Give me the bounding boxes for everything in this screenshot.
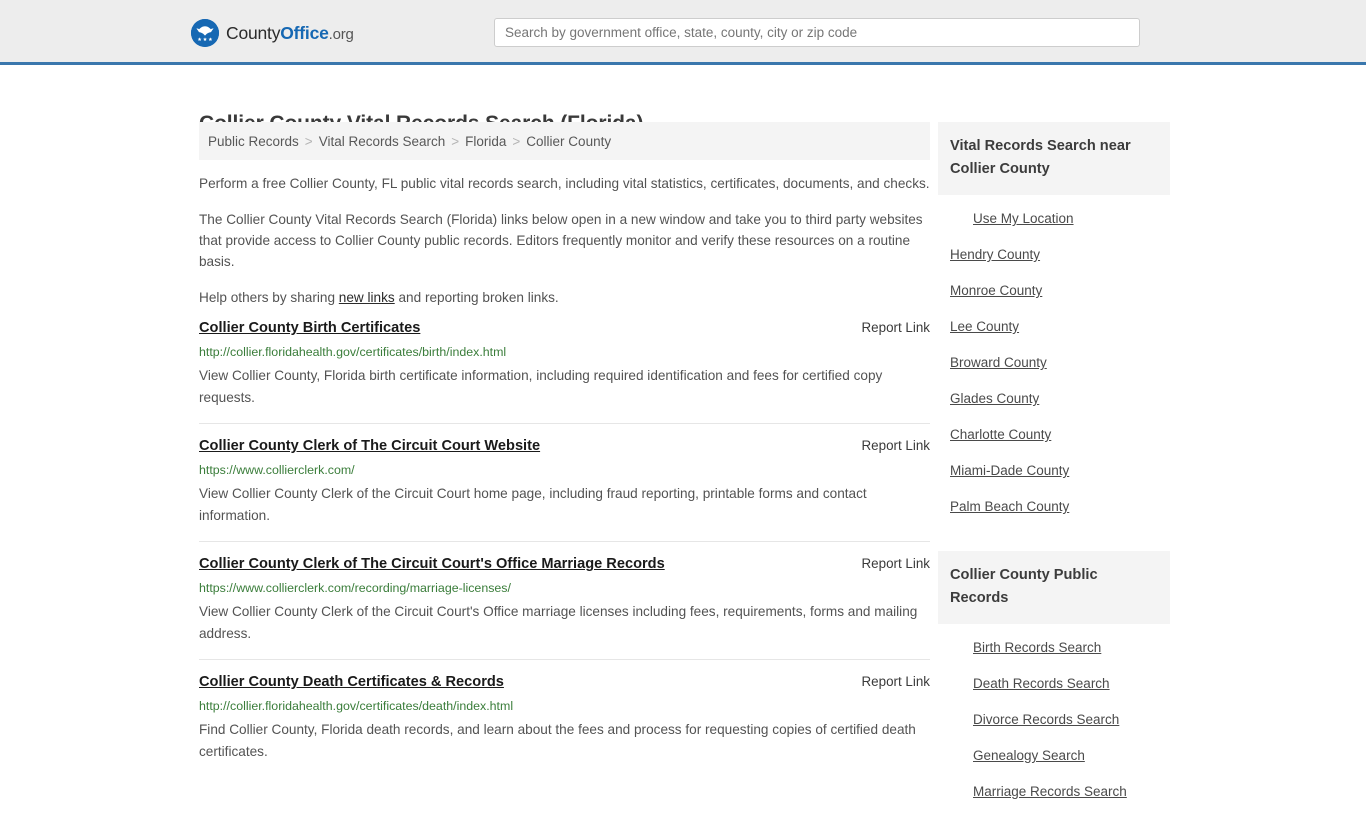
- result-item: Collier County Birth Certificates Report…: [199, 315, 930, 423]
- result-header: Collier County Birth Certificates Report…: [199, 319, 930, 338]
- intro-paragraph-2: The Collier County Vital Records Search …: [199, 212, 923, 269]
- breadcrumb-separator: >: [512, 133, 521, 149]
- page-content: Public Records > Vital Records Search > …: [0, 122, 1366, 820]
- result-url-link[interactable]: http://collier.floridahealth.gov/certifi…: [199, 699, 930, 714]
- breadcrumb-item-public-records[interactable]: Public Records: [208, 134, 299, 149]
- sidebar-public-records-links: Birth Records Search Death Records Searc…: [938, 624, 1170, 820]
- result-header: Collier County Clerk of The Circuit Cour…: [199, 555, 930, 574]
- report-link-button[interactable]: Report Link: [862, 556, 930, 571]
- breadcrumb-separator: >: [304, 133, 313, 149]
- site-logo[interactable]: CountyOffice.org: [191, 19, 354, 47]
- new-links-link[interactable]: new links: [339, 290, 395, 305]
- logo-text-county: County: [226, 22, 281, 43]
- header-inner: CountyOffice.org: [0, 0, 1366, 62]
- sidebar-link-marriage-records-search[interactable]: Marriage Records Search: [938, 774, 1170, 810]
- sidebar-link-broward-county[interactable]: Broward County: [938, 345, 1170, 381]
- sidebar-link-birth-records-search[interactable]: Birth Records Search: [938, 630, 1170, 666]
- intro-paragraph-1: Perform a free Collier County, FL public…: [199, 176, 930, 191]
- eagle-shield-icon: [191, 19, 219, 47]
- result-description: Find Collier County, Florida death recor…: [199, 722, 916, 759]
- result-url-link[interactable]: https://www.collierclerk.com/recording/m…: [199, 581, 930, 596]
- sidebar: Vital Records Search near Collier County…: [938, 122, 1170, 820]
- sidebar-link-use-my-location[interactable]: Use My Location: [938, 201, 1170, 237]
- result-item: Collier County Clerk of The Circuit Cour…: [199, 541, 930, 659]
- logo-text-org: .org: [328, 25, 354, 43]
- intro-p3-before: Help others by sharing: [199, 290, 339, 305]
- report-link-button[interactable]: Report Link: [862, 320, 930, 335]
- result-list: Collier County Birth Certificates Report…: [199, 315, 930, 777]
- logo-text-office: Office: [280, 22, 329, 43]
- intro-text: Perform a free Collier County, FL public…: [199, 160, 930, 308]
- result-url-link[interactable]: https://www.collierclerk.com/: [199, 463, 930, 478]
- intro-paragraph-3: Help others by sharing new links and rep…: [199, 287, 930, 308]
- sidebar-link-death-records-search[interactable]: Death Records Search: [938, 666, 1170, 702]
- result-title-link[interactable]: Collier County Clerk of The Circuit Cour…: [199, 437, 540, 456]
- search-input[interactable]: [494, 18, 1140, 47]
- result-title-link[interactable]: Collier County Death Certificates & Reco…: [199, 673, 504, 692]
- sidebar-link-divorce-records-search[interactable]: Divorce Records Search: [938, 702, 1170, 738]
- result-description: View Collier County Clerk of the Circuit…: [199, 604, 918, 641]
- site-header: CountyOffice.org: [0, 0, 1366, 65]
- sidebar-heading-public-records: Collier County Public Records: [938, 551, 1170, 624]
- main-column: Public Records > Vital Records Search > …: [199, 122, 930, 820]
- sidebar-link-charlotte-county[interactable]: Charlotte County: [938, 417, 1170, 453]
- intro-p3-after: and reporting broken links.: [394, 290, 559, 305]
- sidebar-heading-nearby: Vital Records Search near Collier County: [938, 122, 1170, 195]
- sidebar-link-lee-county[interactable]: Lee County: [938, 309, 1170, 345]
- breadcrumb: Public Records > Vital Records Search > …: [199, 122, 930, 160]
- sidebar-link-palm-beach-county[interactable]: Palm Beach County: [938, 489, 1170, 525]
- report-link-button[interactable]: Report Link: [862, 674, 930, 689]
- sidebar-link-miami-dade-county[interactable]: Miami-Dade County: [938, 453, 1170, 489]
- result-title-link[interactable]: Collier County Clerk of The Circuit Cour…: [199, 555, 665, 574]
- result-item: Collier County Clerk of The Circuit Cour…: [199, 423, 930, 541]
- result-title-link[interactable]: Collier County Birth Certificates: [199, 319, 420, 338]
- sidebar-link-hendry-county[interactable]: Hendry County: [938, 237, 1170, 273]
- result-description: View Collier County, Florida birth certi…: [199, 368, 883, 405]
- sidebar-divider: [938, 535, 1170, 551]
- breadcrumb-separator: >: [451, 133, 460, 149]
- report-link-button[interactable]: Report Link: [862, 438, 930, 453]
- result-description: View Collier County Clerk of the Circuit…: [199, 486, 867, 523]
- breadcrumb-item-vital-records-search[interactable]: Vital Records Search: [319, 134, 446, 149]
- sidebar-link-glades-county[interactable]: Glades County: [938, 381, 1170, 417]
- result-header: Collier County Clerk of The Circuit Cour…: [199, 437, 930, 456]
- sidebar-link-monroe-county[interactable]: Monroe County: [938, 273, 1170, 309]
- sidebar-nearby-links: Use My Location Hendry County Monroe Cou…: [938, 195, 1170, 535]
- site-logo-text: CountyOffice.org: [226, 23, 354, 44]
- sidebar-link-genealogy-search[interactable]: Genealogy Search: [938, 738, 1170, 774]
- breadcrumb-item-florida[interactable]: Florida: [465, 134, 506, 149]
- result-header: Collier County Death Certificates & Reco…: [199, 673, 930, 692]
- breadcrumb-item-collier-county: Collier County: [526, 133, 612, 149]
- result-item: Collier County Death Certificates & Reco…: [199, 659, 930, 777]
- result-url-link[interactable]: http://collier.floridahealth.gov/certifi…: [199, 345, 930, 360]
- search-bar[interactable]: [494, 18, 1140, 47]
